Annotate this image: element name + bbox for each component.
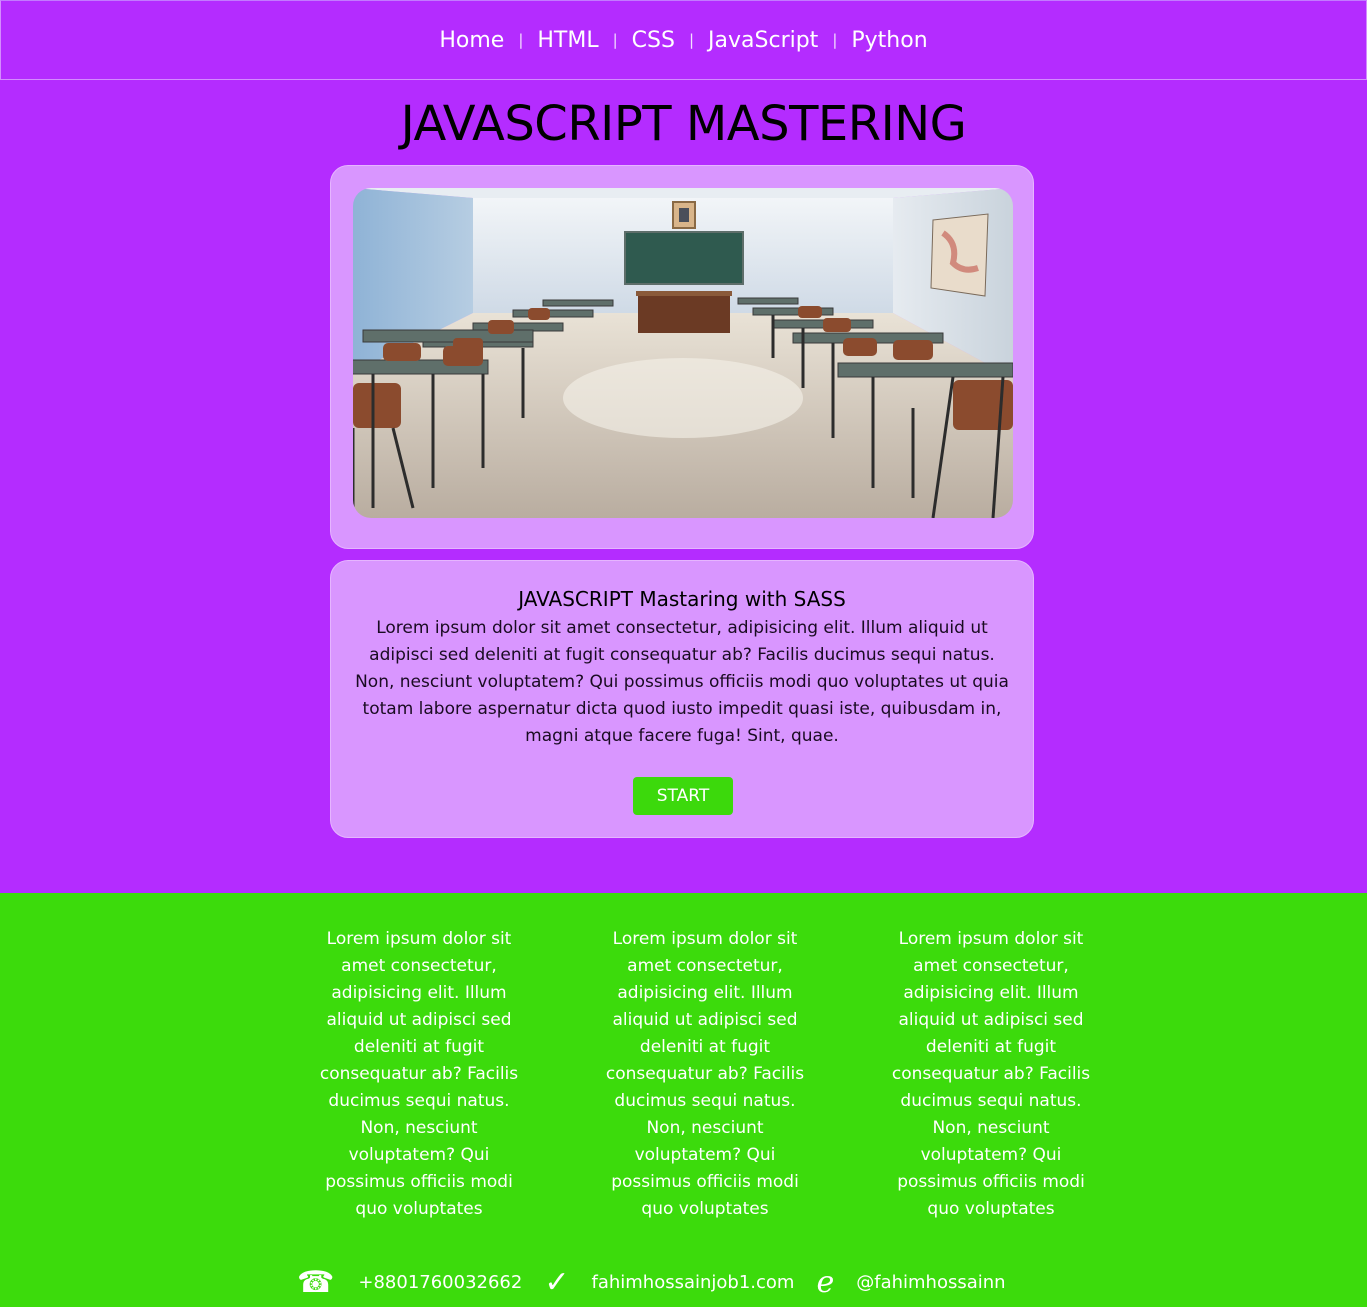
nav-link-javascript[interactable]: JavaScript: [694, 28, 832, 53]
top-nav: Home | HTML | CSS | JavaScript | Python: [0, 0, 1367, 80]
footer-column-3: Lorem ipsum dolor sit amet consectetur, …: [891, 929, 1091, 1219]
nav-separator: |: [832, 31, 838, 49]
page-title: JAVASCRIPT MASTERING: [400, 96, 967, 152]
nav-link-css[interactable]: CSS: [618, 28, 689, 53]
course-description: Lorem ipsum dolor sit amet consectetur, …: [355, 618, 1009, 746]
footer-column-2: Lorem ipsum dolor sit amet consectetur, …: [605, 929, 805, 1219]
social-icon: ℯ: [816, 1264, 835, 1300]
footer-column-1: Lorem ipsum dolor sit amet consectetur, …: [319, 929, 519, 1219]
nav-link-python[interactable]: Python: [837, 28, 941, 53]
phone-number[interactable]: +8801760032662: [358, 1272, 522, 1293]
start-button[interactable]: START: [633, 777, 733, 815]
nav-separator: |: [518, 31, 524, 49]
nav-link-home[interactable]: Home: [425, 28, 518, 53]
hero-image-card: [330, 165, 1034, 549]
course-info-card: JAVASCRIPT Mastaring with SASS Lorem ips…: [330, 560, 1034, 838]
phone-icon: ☎: [297, 1264, 335, 1300]
nav-list: Home | HTML | CSS | JavaScript | Python: [425, 28, 941, 53]
nav-separator: |: [688, 31, 695, 49]
course-heading: JAVASCRIPT Mastaring with SASS: [518, 587, 846, 611]
email-address[interactable]: fahimhossainjob1.com: [591, 1272, 794, 1293]
nav-separator: |: [612, 31, 618, 49]
social-handle[interactable]: @fahimhossainn: [856, 1272, 1005, 1293]
contact-bar: ☎ +8801760032662 ✓ fahimhossainjob1.com …: [297, 1262, 1028, 1302]
footer: Lorem ipsum dolor sit amet consectetur, …: [0, 893, 1367, 1307]
nav-link-html[interactable]: HTML: [523, 28, 612, 53]
classroom-photo: [353, 188, 1013, 518]
check-icon: ✓: [544, 1264, 570, 1300]
